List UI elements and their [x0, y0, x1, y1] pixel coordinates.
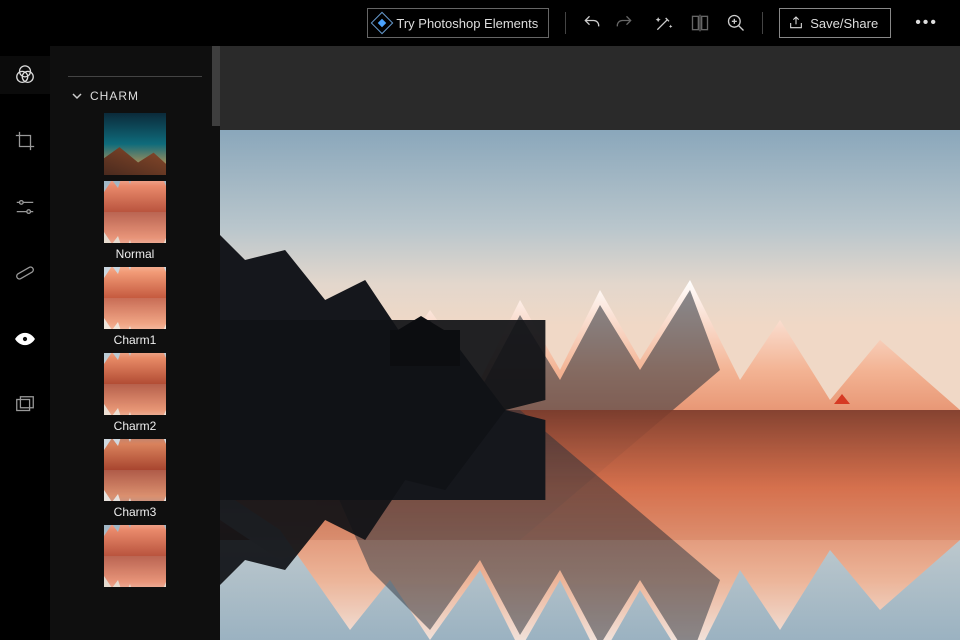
eye-icon	[14, 328, 36, 350]
filter-group-label: CHARM	[90, 89, 139, 103]
save-label: Save/Share	[810, 16, 878, 31]
filter-thumb[interactable]	[104, 525, 166, 587]
divider	[68, 76, 202, 77]
topbar: Try Photoshop Elements Save/Share •••	[0, 0, 960, 46]
frames-icon	[14, 394, 36, 416]
undo-icon	[582, 13, 602, 33]
filter-group-header[interactable]: CHARM	[50, 85, 220, 113]
bandaid-icon	[14, 262, 36, 284]
panel-scrollbar[interactable]	[212, 46, 220, 126]
filter-thumb-label: Charm3	[114, 505, 157, 519]
separator	[762, 12, 763, 34]
undo-button[interactable]	[582, 8, 602, 38]
frame-tool[interactable]	[0, 386, 50, 424]
photoshop-elements-icon	[371, 12, 394, 35]
filter-thumb-label: Normal	[116, 247, 155, 261]
filter-thumb[interactable]	[104, 267, 166, 329]
looks-tool[interactable]	[0, 56, 50, 94]
compare-icon	[690, 13, 710, 33]
filter-thumb-label: Charm1	[114, 333, 157, 347]
filter-thumb[interactable]	[104, 113, 166, 175]
photo-canvas[interactable]	[220, 130, 960, 640]
hut-silhouette	[390, 330, 460, 366]
crop-tool[interactable]	[0, 122, 50, 160]
filter-thumb-charm3[interactable]: Charm3	[104, 439, 166, 519]
more-menu-button[interactable]: •••	[903, 8, 950, 38]
save-share-button[interactable]: Save/Share	[779, 8, 891, 38]
looks-panel: CHARM Normal Charm1 Charm2 Charm3	[50, 46, 220, 640]
separator	[565, 12, 566, 34]
share-icon	[788, 15, 804, 31]
canvas-area	[220, 46, 960, 640]
filter-thumb[interactable]	[104, 353, 166, 415]
heal-tool[interactable]	[0, 254, 50, 292]
chevron-down-icon	[72, 91, 82, 101]
auto-enhance-button[interactable]	[654, 8, 674, 38]
filter-thumb-charm1[interactable]: Charm1	[104, 267, 166, 347]
tool-rail	[0, 46, 50, 640]
filter-thumb-label: Charm2	[114, 419, 157, 433]
adjust-tool[interactable]	[0, 188, 50, 226]
try-photoshop-elements-button[interactable]: Try Photoshop Elements	[367, 8, 549, 38]
compare-button[interactable]	[690, 8, 710, 38]
redeye-tool[interactable]	[0, 320, 50, 358]
filter-thumbs: Normal Charm1 Charm2 Charm3	[50, 113, 220, 587]
filter-thumb-desert[interactable]	[104, 113, 166, 175]
try-label: Try Photoshop Elements	[396, 16, 538, 31]
filter-thumb-charm4[interactable]	[104, 525, 166, 587]
filter-thumb[interactable]	[104, 181, 166, 243]
filter-thumb-charm2[interactable]: Charm2	[104, 353, 166, 433]
redo-button[interactable]	[614, 8, 634, 38]
filter-thumb-normal[interactable]: Normal	[104, 181, 166, 261]
zoom-in-button[interactable]	[726, 8, 746, 38]
foreground-rock-reflection	[220, 320, 546, 600]
redo-icon	[614, 13, 634, 33]
crop-icon	[14, 130, 36, 152]
venn-icon	[14, 64, 36, 86]
zoom-in-icon	[726, 13, 746, 33]
sliders-icon	[14, 196, 36, 218]
auto-icon	[654, 13, 674, 33]
filter-thumb[interactable]	[104, 439, 166, 501]
